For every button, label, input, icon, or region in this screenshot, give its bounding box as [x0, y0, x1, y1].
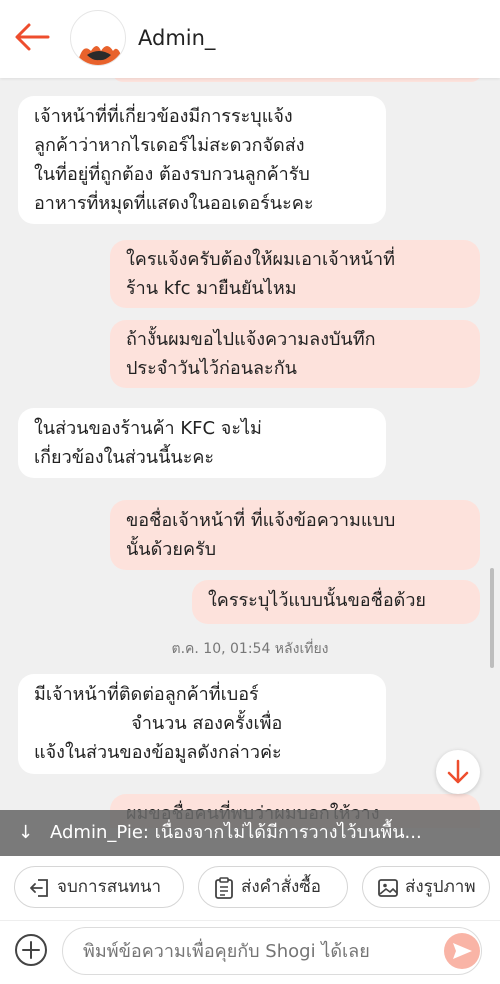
clipboard-icon: [215, 877, 233, 899]
arrow-down-icon: ↓: [18, 822, 34, 843]
arrow-left-icon: [15, 23, 50, 51]
message-list[interactable]: เจ้าหน้าที่ที่เกี่ยวข้องมีการระบุแจ้ง ลู…: [0, 78, 500, 828]
avatar[interactable]: [70, 10, 126, 66]
message-bubble-outgoing: ใครแจ้งครับต้องให้ผมเอาเจ้าหน้าที่ ร้าน …: [110, 240, 480, 308]
end-chat-button[interactable]: จบการสนทนา: [14, 866, 184, 908]
message-bubble-outgoing: ขอชื่อเจ้าหน้าที่ ที่แจ้งข้อความแบบ นั้น…: [110, 500, 480, 570]
quick-actions-bar: จบการสนทนา ส่งคำสั่งซื้อ ส่งรูปภาพ: [0, 856, 500, 920]
message-composer: [0, 920, 500, 984]
add-attachment-button[interactable]: [14, 933, 48, 967]
scroll-down-button[interactable]: [436, 750, 480, 794]
message-bubble-incoming: ในส่วนของร้านค้า KFC จะไม่ เกี่ยวข้องในส…: [18, 408, 386, 478]
message-bubble-incoming: เจ้าหน้าที่ที่เกี่ยวข้องมีการระบุแจ้ง ลู…: [18, 96, 386, 224]
send-order-button[interactable]: ส่งคำสั่งซื้อ: [198, 866, 348, 908]
plus-circle-icon: [15, 934, 47, 966]
exit-icon: [30, 879, 48, 897]
back-button[interactable]: [14, 22, 50, 52]
message-bubble-outgoing: ถ้างั้นผมขอไปแจ้งความลงบันทึก ประจำวันไว…: [110, 320, 480, 388]
send-icon: [453, 943, 472, 959]
new-message-banner[interactable]: ↓ Admin_Pie: เนื่องจากไม่ได้มีการวางไว้บ…: [0, 810, 500, 856]
message-bubble-outgoing: ใครระบุไว้แบบนั้นขอชื่อด้วย: [192, 580, 480, 624]
scrollbar[interactable]: [490, 568, 494, 668]
chat-header: Admin_: [0, 0, 500, 78]
message-bubble-incoming: มีเจ้าหน้าที่ติดต่อลูกค้าที่เบอร์ จำนวน …: [18, 674, 386, 774]
message-input[interactable]: [62, 927, 482, 975]
arrow-down-icon: [447, 759, 469, 784]
banner-preview-text: Admin_Pie: เนื่องจากไม่ได้มีการวางไว้บนพ…: [50, 822, 422, 843]
send-image-button[interactable]: ส่งรูปภาพ: [362, 866, 490, 908]
message-bubble-partial: [112, 78, 482, 82]
send-button[interactable]: [444, 933, 480, 969]
chat-title: Admin_: [138, 26, 216, 50]
message-timestamp: ต.ค. 10, 01:54 หลังเที่ยง: [171, 641, 329, 657]
image-icon: [378, 879, 398, 897]
